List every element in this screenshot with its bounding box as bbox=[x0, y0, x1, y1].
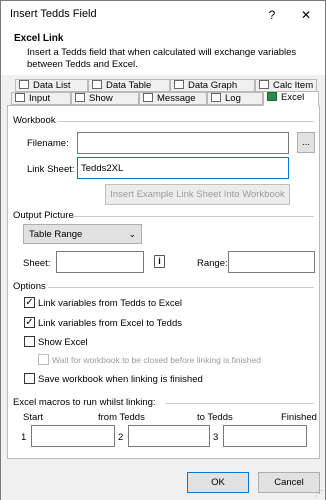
tab-label: Data Table bbox=[106, 80, 152, 91]
macro-number-3: 3 bbox=[213, 432, 219, 443]
save-workbook-checkbox[interactable] bbox=[24, 373, 35, 384]
link-tedds-to-excel-label[interactable]: Link variables from Tedds to Excel bbox=[38, 298, 182, 309]
chevron-down-icon: ⌄ bbox=[128, 229, 136, 239]
message-icon bbox=[143, 93, 153, 102]
link-sheet-label: Link Sheet: bbox=[27, 164, 75, 175]
window-title: Insert Tedds Field bbox=[10, 8, 97, 20]
show-excel-label[interactable]: Show Excel bbox=[38, 337, 88, 348]
header-description: Insert a Tedds field that when calculate… bbox=[27, 47, 297, 70]
workbook-group-label: Workbook bbox=[13, 115, 56, 126]
dialog-header: Excel Link Insert a Tedds field that whe… bbox=[1, 29, 325, 75]
tab-log[interactable]: Log bbox=[207, 92, 263, 105]
tab-label: Data Graph bbox=[188, 80, 238, 91]
options-divider bbox=[48, 287, 314, 288]
dialog-footer: OK Cancel ⋰ bbox=[1, 463, 325, 500]
macro-col-from-tedds: from Tedds bbox=[98, 412, 145, 423]
ok-button[interactable]: OK bbox=[187, 472, 249, 493]
tab-label: Calc Item bbox=[273, 80, 314, 91]
macro-number-2: 2 bbox=[118, 432, 124, 443]
macros-divider bbox=[165, 403, 314, 404]
output-picture-divider bbox=[73, 216, 314, 217]
tab-label: Excel bbox=[281, 92, 305, 103]
title-bar: Insert Tedds Field ? ✕ bbox=[1, 1, 325, 29]
tab-data-table[interactable]: Data Table bbox=[88, 79, 170, 92]
wait-for-close-checkbox[interactable] bbox=[38, 354, 49, 365]
tab-input[interactable]: Input bbox=[11, 92, 71, 105]
tab-label: Input bbox=[29, 93, 51, 104]
link-tedds-to-excel-checkbox[interactable]: ✓ bbox=[24, 297, 35, 308]
data-graph-icon bbox=[174, 80, 184, 89]
tab-data-graph[interactable]: Data Graph bbox=[170, 79, 255, 92]
cancel-button[interactable]: Cancel bbox=[258, 472, 320, 493]
options-group-label: Options bbox=[13, 281, 46, 292]
link-sheet-input[interactable] bbox=[77, 157, 289, 179]
macro-input-3[interactable] bbox=[223, 425, 307, 447]
filename-label: Filename: bbox=[27, 138, 69, 149]
sheet-input[interactable] bbox=[56, 251, 144, 273]
sheet-label: Sheet: bbox=[23, 258, 51, 269]
tab-show[interactable]: Show bbox=[71, 92, 139, 105]
range-label: Range: bbox=[197, 258, 228, 269]
save-workbook-label[interactable]: Save workbook when linking is finished bbox=[38, 374, 203, 385]
data-list-icon bbox=[19, 80, 29, 89]
data-table-icon bbox=[92, 80, 102, 89]
filename-input[interactable] bbox=[77, 132, 289, 154]
log-icon bbox=[211, 93, 221, 102]
macro-col-start: Start bbox=[23, 412, 44, 423]
calc-item-icon bbox=[259, 80, 269, 89]
insert-example-link-sheet-button[interactable]: Insert Example Link Sheet Into Workbook bbox=[105, 184, 290, 205]
input-icon bbox=[15, 93, 25, 102]
excel-icon bbox=[267, 92, 277, 101]
show-icon bbox=[75, 93, 85, 102]
show-excel-checkbox[interactable] bbox=[24, 336, 35, 347]
macro-input-1[interactable] bbox=[31, 425, 115, 447]
tab-data-list[interactable]: Data List bbox=[15, 79, 88, 92]
help-title-button[interactable]: ? bbox=[262, 5, 282, 25]
macro-col-to-tedds: to Tedds bbox=[197, 412, 233, 423]
wait-for-close-label[interactable]: Wait for workbook to be closed before li… bbox=[52, 355, 261, 365]
tab-label: Log bbox=[225, 93, 241, 104]
workbook-divider bbox=[58, 121, 314, 122]
tab-message[interactable]: Message bbox=[139, 92, 207, 105]
output-picture-group-label: Output Picture bbox=[13, 210, 74, 221]
insert-tedds-field-dialog: Insert Tedds Field ? ✕ Excel Link Insert… bbox=[0, 0, 326, 500]
close-title-button[interactable]: ✕ bbox=[296, 5, 316, 25]
header-title: Excel Link bbox=[14, 33, 64, 44]
browse-button[interactable]: ... bbox=[297, 132, 315, 153]
tab-label: Data List bbox=[33, 80, 71, 91]
tab-excel[interactable]: Excel bbox=[263, 91, 319, 106]
output-type-dropdown[interactable]: Table Range ⌄ bbox=[23, 224, 142, 244]
macro-input-2[interactable] bbox=[128, 425, 210, 447]
macro-number-1: 1 bbox=[21, 432, 27, 443]
macros-group-label: Excel macros to run whilst linking: bbox=[13, 397, 156, 408]
macro-col-finished: Finished bbox=[281, 412, 317, 423]
link-excel-to-tedds-checkbox[interactable]: ✓ bbox=[24, 317, 35, 328]
tab-label: Show bbox=[89, 93, 113, 104]
tab-label: Message bbox=[157, 93, 196, 104]
output-type-value: Table Range bbox=[29, 229, 83, 240]
link-excel-to-tedds-label[interactable]: Link variables from Excel to Tedds bbox=[38, 318, 182, 329]
info-icon[interactable]: i bbox=[154, 255, 165, 268]
range-input[interactable] bbox=[228, 251, 315, 273]
resize-grip-icon[interactable]: ⋰ bbox=[315, 489, 323, 498]
